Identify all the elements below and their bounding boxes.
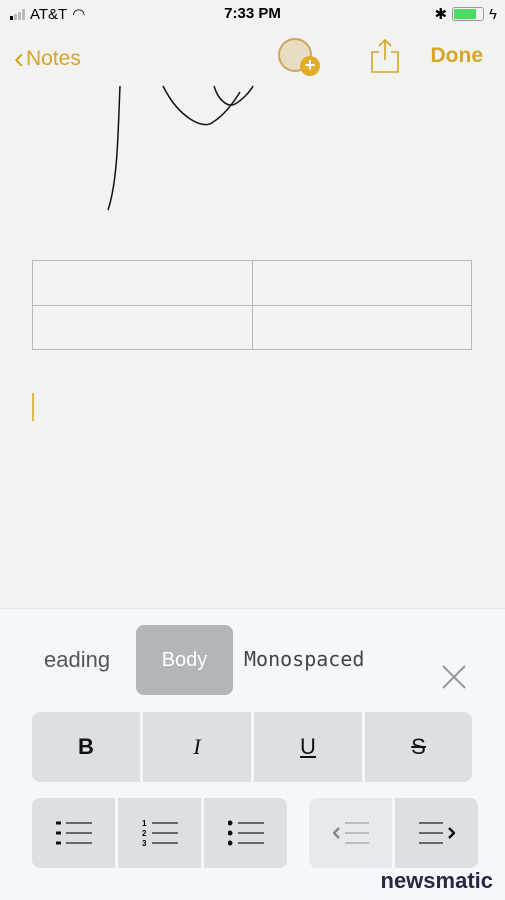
table-cell[interactable] <box>32 304 253 350</box>
underline-button[interactable]: U <box>254 712 362 782</box>
table-cell[interactable] <box>251 304 472 350</box>
indent-button[interactable] <box>395 798 478 868</box>
dashed-list-button[interactable] <box>32 798 115 868</box>
dashed-list-icon <box>55 821 92 845</box>
strikethrough-button[interactable]: S <box>365 712 472 782</box>
bulleted-list-button[interactable] <box>204 798 287 868</box>
table-cell[interactable] <box>32 260 253 306</box>
watermark: newsmatic <box>380 868 494 893</box>
style-body[interactable]: Body <box>136 625 233 695</box>
close-icon[interactable] <box>440 663 468 691</box>
italic-button[interactable]: I <box>143 712 251 782</box>
table-cell[interactable] <box>251 260 472 306</box>
text-cursor <box>32 393 34 421</box>
style-heading[interactable]: eading <box>44 647 110 673</box>
svg-text:2: 2 <box>142 829 147 838</box>
svg-text:1: 1 <box>142 819 147 828</box>
bulleted-list-icon <box>227 820 264 846</box>
svg-text:3: 3 <box>142 839 147 847</box>
outdent-icon <box>332 822 369 844</box>
numbered-list-button[interactable]: 123 <box>118 798 201 868</box>
format-panel: eading Body Monospaced B I U S 123 <box>0 608 505 900</box>
bold-button[interactable]: B <box>32 712 140 782</box>
note-table[interactable] <box>32 260 472 350</box>
sketch-drawing <box>107 85 254 211</box>
indent-icon <box>418 822 455 844</box>
numbered-list-icon: 123 <box>142 819 178 847</box>
style-monospaced[interactable]: Monospaced <box>244 647 364 671</box>
outdent-button[interactable] <box>309 798 392 868</box>
